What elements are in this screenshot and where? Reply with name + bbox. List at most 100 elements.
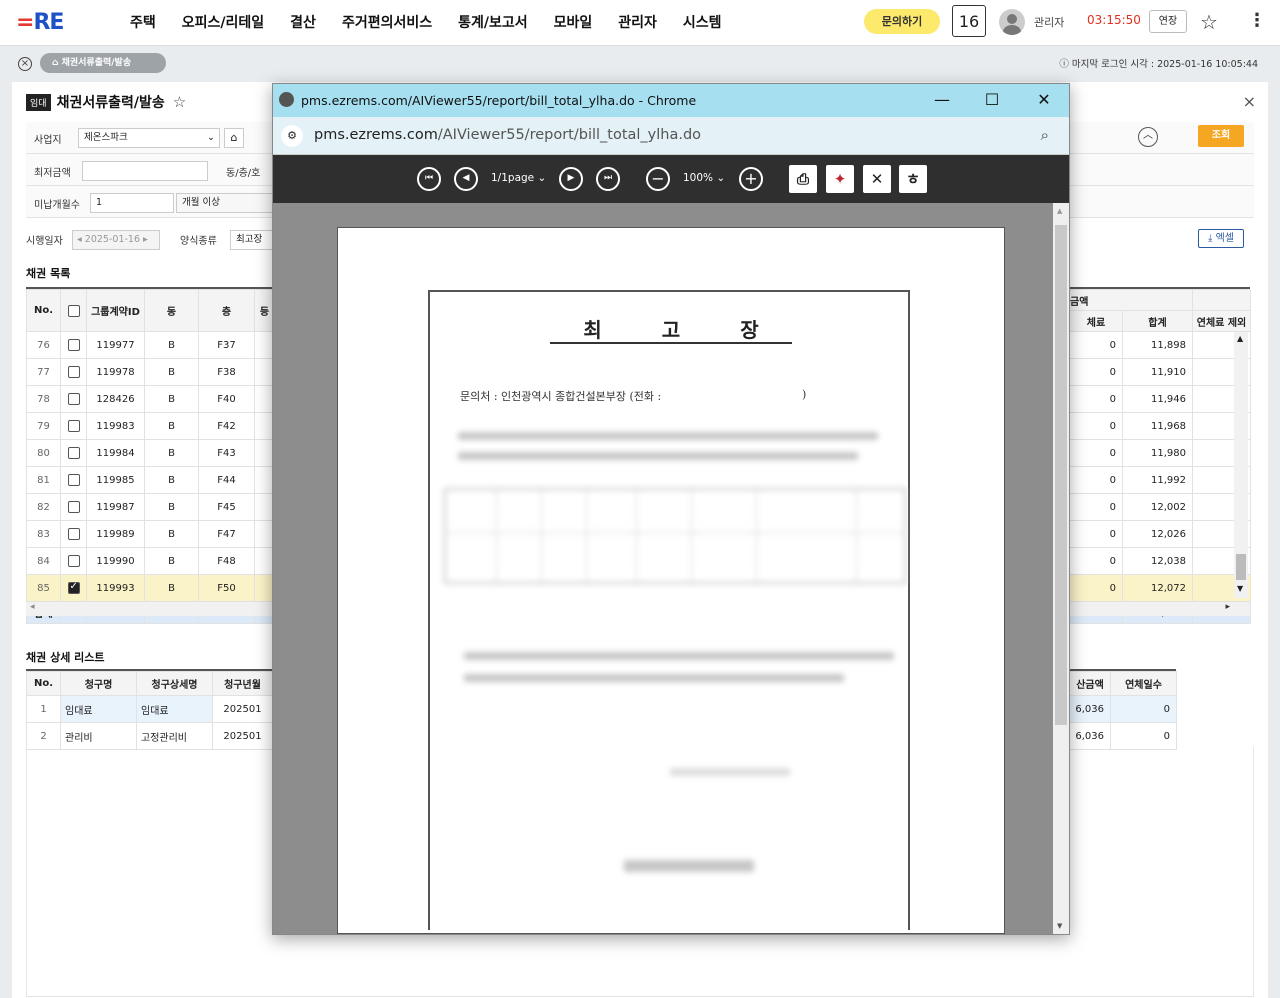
table-row[interactable]: 0 11,910	[1069, 358, 1251, 386]
excel-button[interactable]: ⤓ 엑셀	[1198, 229, 1244, 248]
menu-item[interactable]: 관리자	[618, 12, 657, 32]
search-button[interactable]: 조회	[1198, 125, 1244, 147]
column-header[interactable]: 그룹계약ID	[86, 289, 145, 332]
scroll-right-icon[interactable]: ▸	[1225, 602, 1230, 612]
excel-export-icon[interactable]: ✕	[863, 165, 891, 193]
column-header[interactable]: 동	[144, 289, 199, 332]
more-menu-icon[interactable]: ⋮	[1248, 10, 1266, 31]
site-settings-icon[interactable]: ⚙	[281, 125, 303, 147]
next-page-icon[interactable]: ▶	[559, 167, 583, 191]
menu-item[interactable]: 오피스/리테일	[182, 12, 264, 32]
row-checkbox[interactable]	[60, 358, 87, 386]
scroll-up-icon[interactable]: ▲	[1237, 334, 1243, 343]
checked-checkbox-icon[interactable]	[67, 581, 80, 594]
tab-bond-docs[interactable]: ⌂ 채권서류출력/발송	[40, 53, 166, 73]
checkbox-icon[interactable]	[67, 304, 80, 317]
scroll-left-icon[interactable]: ◂	[30, 602, 35, 612]
minimize-icon[interactable]: —	[929, 88, 955, 112]
table-row[interactable]: 6,036 0	[1069, 722, 1177, 750]
menu-item[interactable]: 시스템	[683, 12, 722, 32]
collapse-filter-icon[interactable]: ︿	[1138, 127, 1158, 147]
table-row[interactable]: 85 119993BF50	[26, 574, 275, 602]
row-checkbox[interactable]	[60, 412, 87, 440]
table-row[interactable]: 0 11,898	[1069, 331, 1251, 359]
table-row[interactable]: 0 12,072	[1069, 574, 1251, 602]
column-header[interactable]: 연체료 제외	[1192, 310, 1251, 332]
menu-item[interactable]: 통계/보고서	[458, 12, 528, 32]
viewer-scroll-thumb[interactable]	[1055, 225, 1067, 725]
table-row[interactable]: 2 관리비 고정관리비 202501	[26, 722, 273, 750]
date-input[interactable]: ◂ 2025-01-16 ▸	[72, 230, 160, 250]
column-header[interactable]: 청구명	[60, 671, 137, 696]
column-header[interactable]: 청구상세명	[136, 671, 213, 696]
maximize-icon[interactable]: ☐	[979, 88, 1005, 112]
first-page-icon[interactable]: ⏮	[417, 167, 441, 191]
checkbox-icon[interactable]	[67, 555, 80, 567]
bond-list-hscroll[interactable]: ◂	[26, 602, 274, 616]
table-row[interactable]: 0 11,992	[1069, 466, 1251, 494]
table-row[interactable]: 0 11,980	[1069, 439, 1251, 467]
zoom-level[interactable]: 100% ⌄	[683, 172, 725, 184]
column-header[interactable]: 청구년월	[212, 671, 273, 696]
table-row[interactable]: 83 119989 B F47	[26, 520, 275, 548]
row-checkbox[interactable]	[60, 547, 87, 575]
table-row[interactable]: 0 12,026	[1069, 520, 1251, 548]
row-checkbox[interactable]	[60, 574, 87, 602]
scroll-down-icon[interactable]: ▼	[1237, 584, 1243, 593]
checkbox-icon[interactable]	[67, 366, 80, 378]
menu-item[interactable]: 주거편의서비스	[342, 12, 432, 32]
zoom-in-icon[interactable]: +	[739, 167, 763, 191]
select-all-checkbox[interactable]	[60, 289, 87, 332]
table-row[interactable]: 77 119978 B F38	[26, 358, 275, 386]
unpaid-months-input[interactable]: 1	[90, 193, 174, 213]
viewer-scroll-down-icon[interactable]: ▼	[1057, 922, 1062, 930]
table-row[interactable]: 81 119985 B F44	[26, 466, 275, 494]
column-header[interactable]: 산금액	[1069, 671, 1111, 696]
row-checkbox[interactable]	[60, 385, 87, 413]
table-row[interactable]: 6,036 0	[1069, 695, 1177, 723]
url-text[interactable]: pms.ezrems.com/AIViewer55/report/bill_to…	[314, 127, 701, 143]
bond-list-hscroll-right[interactable]: ▸	[1069, 602, 1250, 616]
hwp-export-icon[interactable]: ㅎ	[899, 165, 927, 193]
checkbox-icon[interactable]	[67, 393, 80, 405]
row-checkbox[interactable]	[60, 493, 87, 521]
bond-list-vscroll[interactable]: ▲ ▼	[1234, 332, 1248, 598]
table-row[interactable]: 0 11,968	[1069, 412, 1251, 440]
home-icon[interactable]: ⌂	[224, 128, 244, 148]
close-all-tabs-icon[interactable]: ×	[18, 57, 32, 71]
site-select[interactable]: 제온스파크 ⌄	[78, 128, 220, 148]
column-header[interactable]: 체료	[1069, 310, 1123, 332]
extend-session-button[interactable]: 연장	[1149, 10, 1187, 33]
column-header[interactable]: 연체일수	[1110, 671, 1177, 696]
prev-page-icon[interactable]: ◀	[454, 167, 478, 191]
table-row[interactable]: 79 119983 B F42	[26, 412, 275, 440]
table-row[interactable]: 1 임대료 임대료 202501	[26, 695, 273, 723]
checkbox-icon[interactable]	[67, 447, 80, 459]
close-window-icon[interactable]: ✕	[1031, 88, 1057, 112]
window-titlebar[interactable]: pms.ezrems.com/AIViewer55/report/bill_to…	[273, 84, 1069, 117]
row-checkbox[interactable]	[60, 520, 87, 548]
column-header[interactable]: No.	[26, 289, 61, 332]
last-page-icon[interactable]: ⏭	[596, 167, 620, 191]
logo[interactable]: =RE	[16, 10, 64, 35]
viewer-vscroll[interactable]: ▲ ▼	[1053, 203, 1069, 934]
favorite-star-icon[interactable]: ☆	[1200, 10, 1218, 34]
menu-item[interactable]: 결산	[290, 12, 316, 32]
pdf-icon[interactable]: ✦	[826, 165, 854, 193]
viewer-scroll-up-icon[interactable]: ▲	[1057, 207, 1062, 215]
column-header[interactable]: No.	[26, 671, 61, 696]
min-amount-input[interactable]	[82, 161, 208, 181]
scroll-thumb[interactable]	[1236, 554, 1246, 580]
zoom-icon[interactable]: ⌕	[1041, 126, 1049, 144]
table-row[interactable]: 76 119977 B F37	[26, 331, 275, 359]
calendar-icon[interactable]: 16	[952, 5, 986, 37]
bookmark-star-icon[interactable]: ☆	[173, 93, 186, 111]
checkbox-icon[interactable]	[67, 420, 80, 432]
table-row[interactable]: 0 12,038	[1069, 547, 1251, 575]
checkbox-icon[interactable]	[67, 528, 80, 540]
row-checkbox[interactable]	[60, 439, 87, 467]
checkbox-icon[interactable]	[67, 339, 80, 351]
page-indicator[interactable]: 1/1page ⌄	[491, 172, 546, 184]
zoom-out-icon[interactable]: −	[646, 167, 670, 191]
column-header[interactable]: 층	[198, 289, 255, 332]
